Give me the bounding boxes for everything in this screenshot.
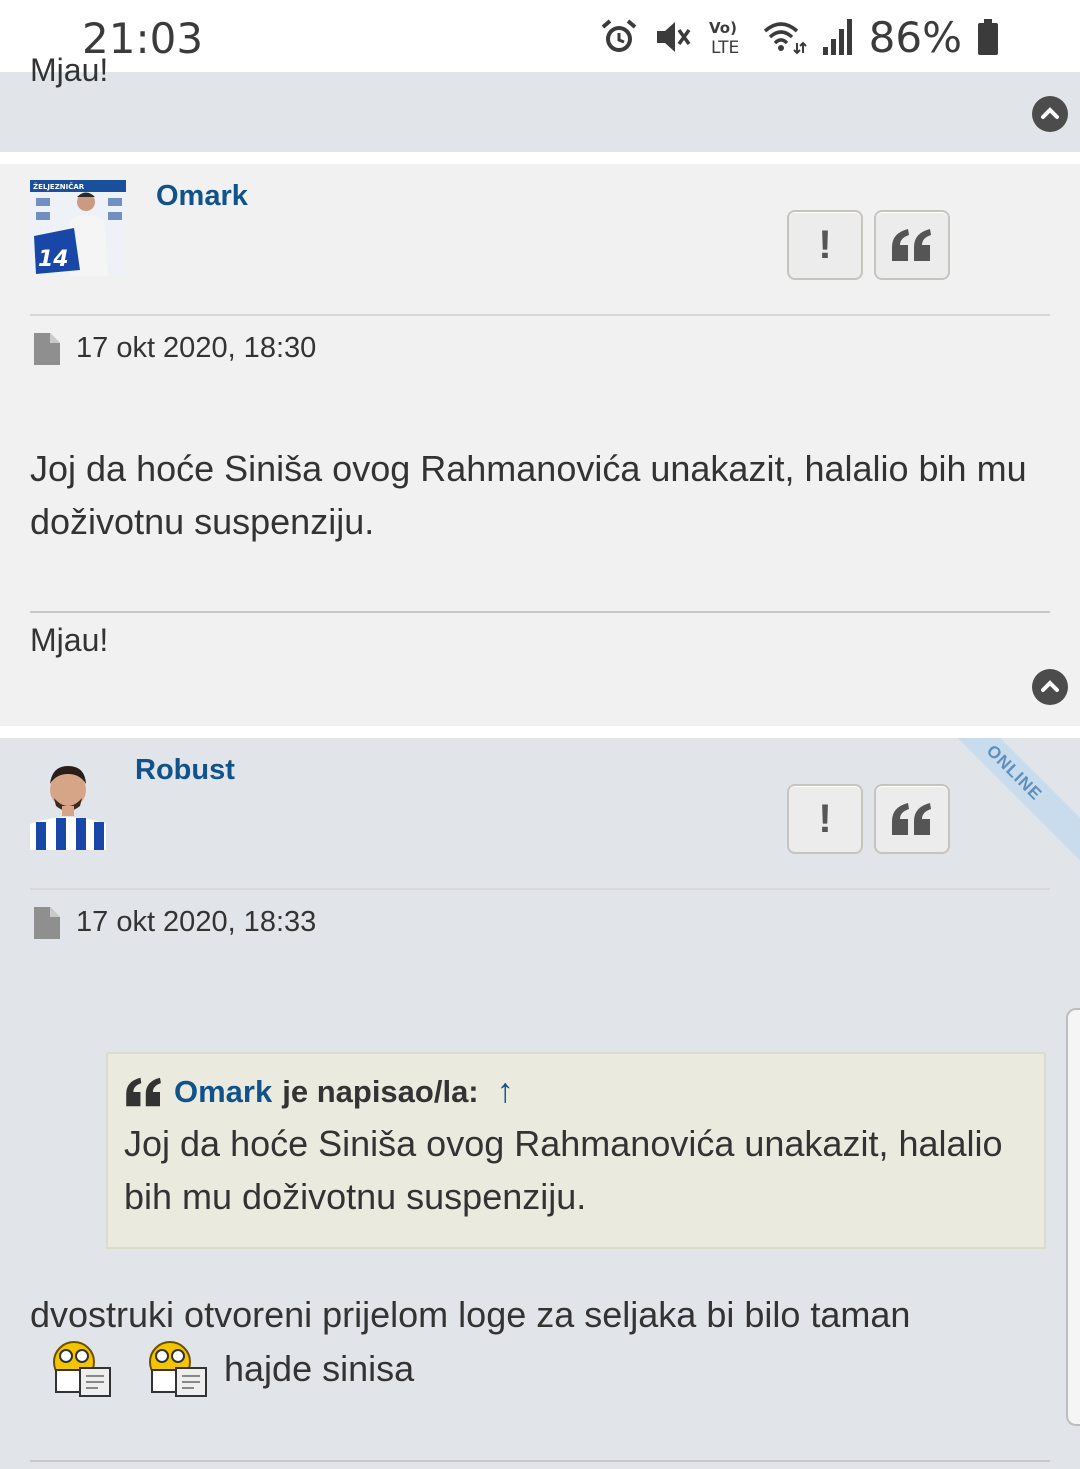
chevron-up-icon [1041, 107, 1059, 119]
svg-text:14: 14 [38, 247, 69, 272]
signature: Mjau! [30, 622, 109, 658]
signal-icon [822, 19, 852, 55]
post-robust: ONLINE Robust ! 17 okt 2020, 18:33 Omark… [0, 738, 1080, 1469]
post-date-text: 17 okt 2020, 18:33 [76, 906, 317, 938]
quote-icon [892, 803, 931, 835]
signature-divider [30, 1460, 1050, 1462]
post-date: 17 okt 2020, 18:33 [32, 906, 316, 939]
previous-signature: Mjau! [30, 52, 109, 88]
quote-button[interactable] [874, 784, 950, 854]
signature-divider [30, 611, 1050, 613]
quote-block: Omark je napisao/la: ↑ Joj da hoće Siniš… [106, 1052, 1046, 1249]
status-bar: 21:03 Vo) LTE 86% [0, 0, 1080, 72]
svg-text:Vo): Vo) [709, 19, 737, 37]
username[interactable]: Robust [135, 754, 235, 787]
post-date-text: 17 okt 2020, 18:30 [76, 332, 317, 364]
quote-icon [126, 1077, 161, 1106]
alarm-icon [601, 19, 636, 52]
quote-icon [892, 229, 931, 261]
avatar[interactable]: ŽELJEZNIČAR 14 [30, 180, 126, 276]
scrollbar-handle[interactable] [1066, 1008, 1080, 1426]
back-to-top-button[interactable] [1032, 96, 1068, 132]
quote-button[interactable] [874, 210, 950, 280]
report-button[interactable]: ! [787, 784, 863, 854]
go-to-quoted-post-icon[interactable]: ↑ [497, 1072, 514, 1111]
file-icon [34, 906, 60, 939]
wifi-icon [763, 22, 807, 55]
quote-author-link[interactable]: Omark [174, 1074, 272, 1110]
svg-text:LTE: LTE [711, 38, 739, 57]
exclamation-icon: ! [818, 222, 832, 267]
post-body: dvostruki otvoreni prijelom loge za selj… [30, 1294, 911, 1335]
post-header-divider [30, 314, 1050, 316]
back-to-top-button[interactable] [1032, 669, 1068, 705]
post-body-line2: hajde sinisa [48, 1338, 414, 1400]
post-body: Joj da hoće Siniša ovog Rahmanovića unak… [30, 448, 1027, 542]
battery-icon [978, 19, 998, 55]
quote-wrote-label: je napisao/la: [282, 1073, 479, 1109]
mute-icon [656, 22, 691, 52]
reading-smiley-emote [149, 1341, 207, 1397]
file-icon [34, 332, 60, 365]
username[interactable]: Omark [156, 180, 248, 213]
chevron-up-icon [1041, 680, 1059, 692]
post-omark: ŽELJEZNIČAR 14 Omark ! 17 okt 2020, 18:3… [0, 164, 1080, 726]
post-header-divider [30, 888, 1050, 890]
status-icons: Vo) LTE 86% [599, 12, 1000, 62]
reading-smiley-emote [53, 1341, 111, 1397]
exclamation-icon: ! [818, 796, 832, 841]
previous-post: Mjau! [0, 52, 1080, 152]
post-date: 17 okt 2020, 18:30 [32, 332, 316, 365]
svg-text:ŽELJEZNIČAR: ŽELJEZNIČAR [33, 182, 85, 191]
quote-header: Omark je napisao/la: ↑ [124, 1072, 1028, 1111]
battery-percent: 86% [868, 12, 962, 62]
avatar[interactable] [30, 754, 106, 850]
quote-text: Joj da hoće Siniša ovog Rahmanovića unak… [124, 1123, 1003, 1217]
volte-icon: Vo) LTE [709, 19, 739, 57]
post-body-text: hajde sinisa [224, 1348, 415, 1389]
report-button[interactable]: ! [787, 210, 863, 280]
